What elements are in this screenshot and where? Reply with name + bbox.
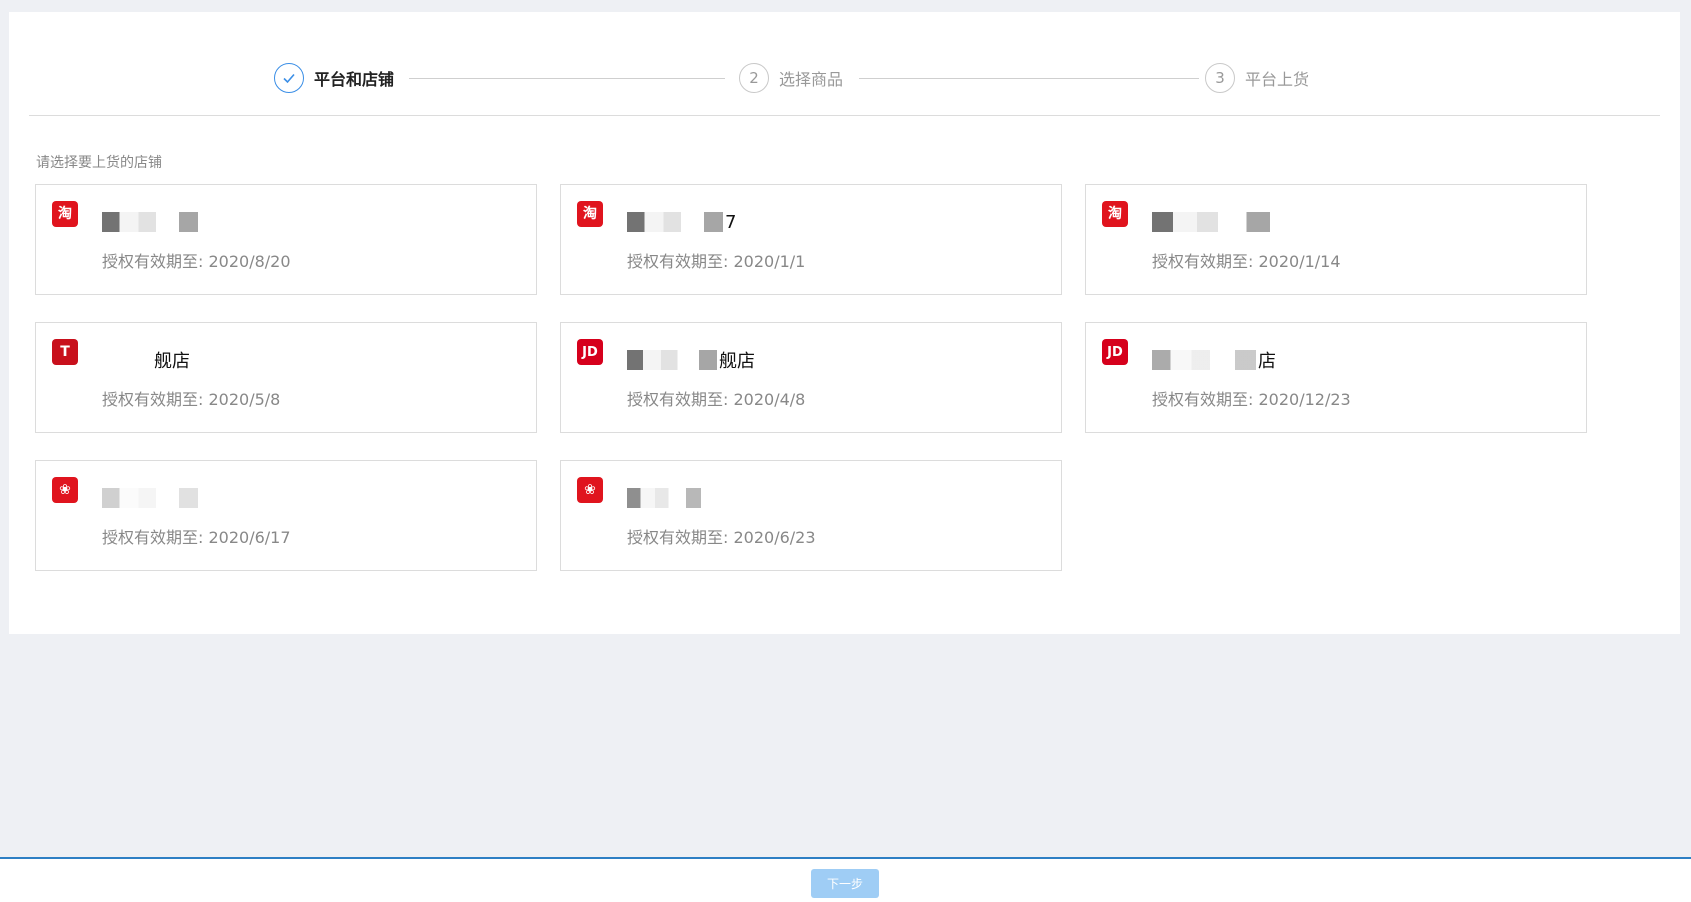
shop-expiry: 授权有效期至: 2020/6/23 [627, 528, 816, 547]
check-icon [274, 63, 304, 93]
shop-card[interactable]: T 舰店 授权有效期至: 2020/5/8 [35, 322, 537, 433]
shop-card[interactable]: JD 店 授权有效期至: 2020/12/23 [1085, 322, 1587, 433]
next-step-button[interactable]: 下一步 [811, 869, 879, 898]
pinduoduo-icon: ❀ [52, 477, 78, 503]
taobao-icon: 淘 [1102, 201, 1128, 227]
step-platform-listing: 3 平台上货 [1205, 52, 1309, 104]
shop-card[interactable]: 淘 授权有效期至: 2020/8/20 [35, 184, 537, 295]
divider [29, 115, 1660, 116]
taobao-icon: 淘 [577, 201, 603, 227]
shop-name [627, 487, 703, 509]
step-select-goods: 2 选择商品 [739, 52, 843, 104]
step-number: 2 [739, 63, 769, 93]
shop-card[interactable]: ❀ 授权有效期至: 2020/6/23 [560, 460, 1062, 571]
shop-expiry: 授权有效期至: 2020/1/1 [627, 252, 806, 271]
shop-name: 7 [627, 211, 736, 233]
step-connector [859, 78, 1199, 79]
redacted-block [627, 488, 701, 508]
tmall-icon: T [52, 339, 78, 365]
shop-name [102, 487, 200, 509]
shop-name [1152, 211, 1272, 233]
jd-icon: JD [577, 339, 603, 365]
shop-expiry: 授权有效期至: 2020/8/20 [102, 252, 291, 271]
shop-card[interactable]: 淘 授权有效期至: 2020/1/14 [1085, 184, 1587, 295]
main-panel: 平台和店铺 2 选择商品 3 平台上货 请选择要上货的店铺 淘 授权有效期至: … [9, 12, 1680, 634]
shop-expiry: 授权有效期至: 2020/1/14 [1152, 252, 1341, 271]
shop-card[interactable]: ❀ 授权有效期至: 2020/6/17 [35, 460, 537, 571]
step-platform-shop: 平台和店铺 [274, 52, 394, 104]
shop-expiry: 授权有效期至: 2020/12/23 [1152, 390, 1351, 409]
redacted-block [102, 212, 198, 232]
shop-card[interactable]: 淘 7 授权有效期至: 2020/1/1 [560, 184, 1062, 295]
shop-name: 舰店 [627, 349, 755, 372]
redacted-block [1152, 212, 1270, 232]
shop-name [102, 211, 200, 233]
redacted-block [102, 488, 198, 508]
redacted-block [627, 350, 717, 370]
stepper: 平台和店铺 2 选择商品 3 平台上货 [9, 52, 1680, 104]
shop-name: 舰店 [154, 351, 190, 372]
footer-bar: 下一步 [0, 857, 1691, 902]
step-label: 选择商品 [779, 70, 844, 89]
step-connector [409, 78, 725, 79]
redacted-block [1152, 350, 1256, 370]
shop-select-hint: 请选择要上货的店铺 [36, 155, 162, 171]
shop-expiry: 授权有效期至: 2020/4/8 [627, 390, 806, 409]
shop-card[interactable]: JD 舰店 授权有效期至: 2020/4/8 [560, 322, 1062, 433]
jd-icon: JD [1102, 339, 1128, 365]
step-label: 平台上货 [1245, 70, 1310, 89]
shop-name: 店 [1152, 349, 1276, 372]
redacted-block [627, 212, 723, 232]
step-number: 3 [1205, 63, 1235, 93]
shop-expiry: 授权有效期至: 2020/6/17 [102, 528, 291, 547]
shop-expiry: 授权有效期至: 2020/5/8 [102, 390, 281, 409]
step-label: 平台和店铺 [314, 70, 395, 89]
pinduoduo-icon: ❀ [577, 477, 603, 503]
taobao-icon: 淘 [52, 201, 78, 227]
